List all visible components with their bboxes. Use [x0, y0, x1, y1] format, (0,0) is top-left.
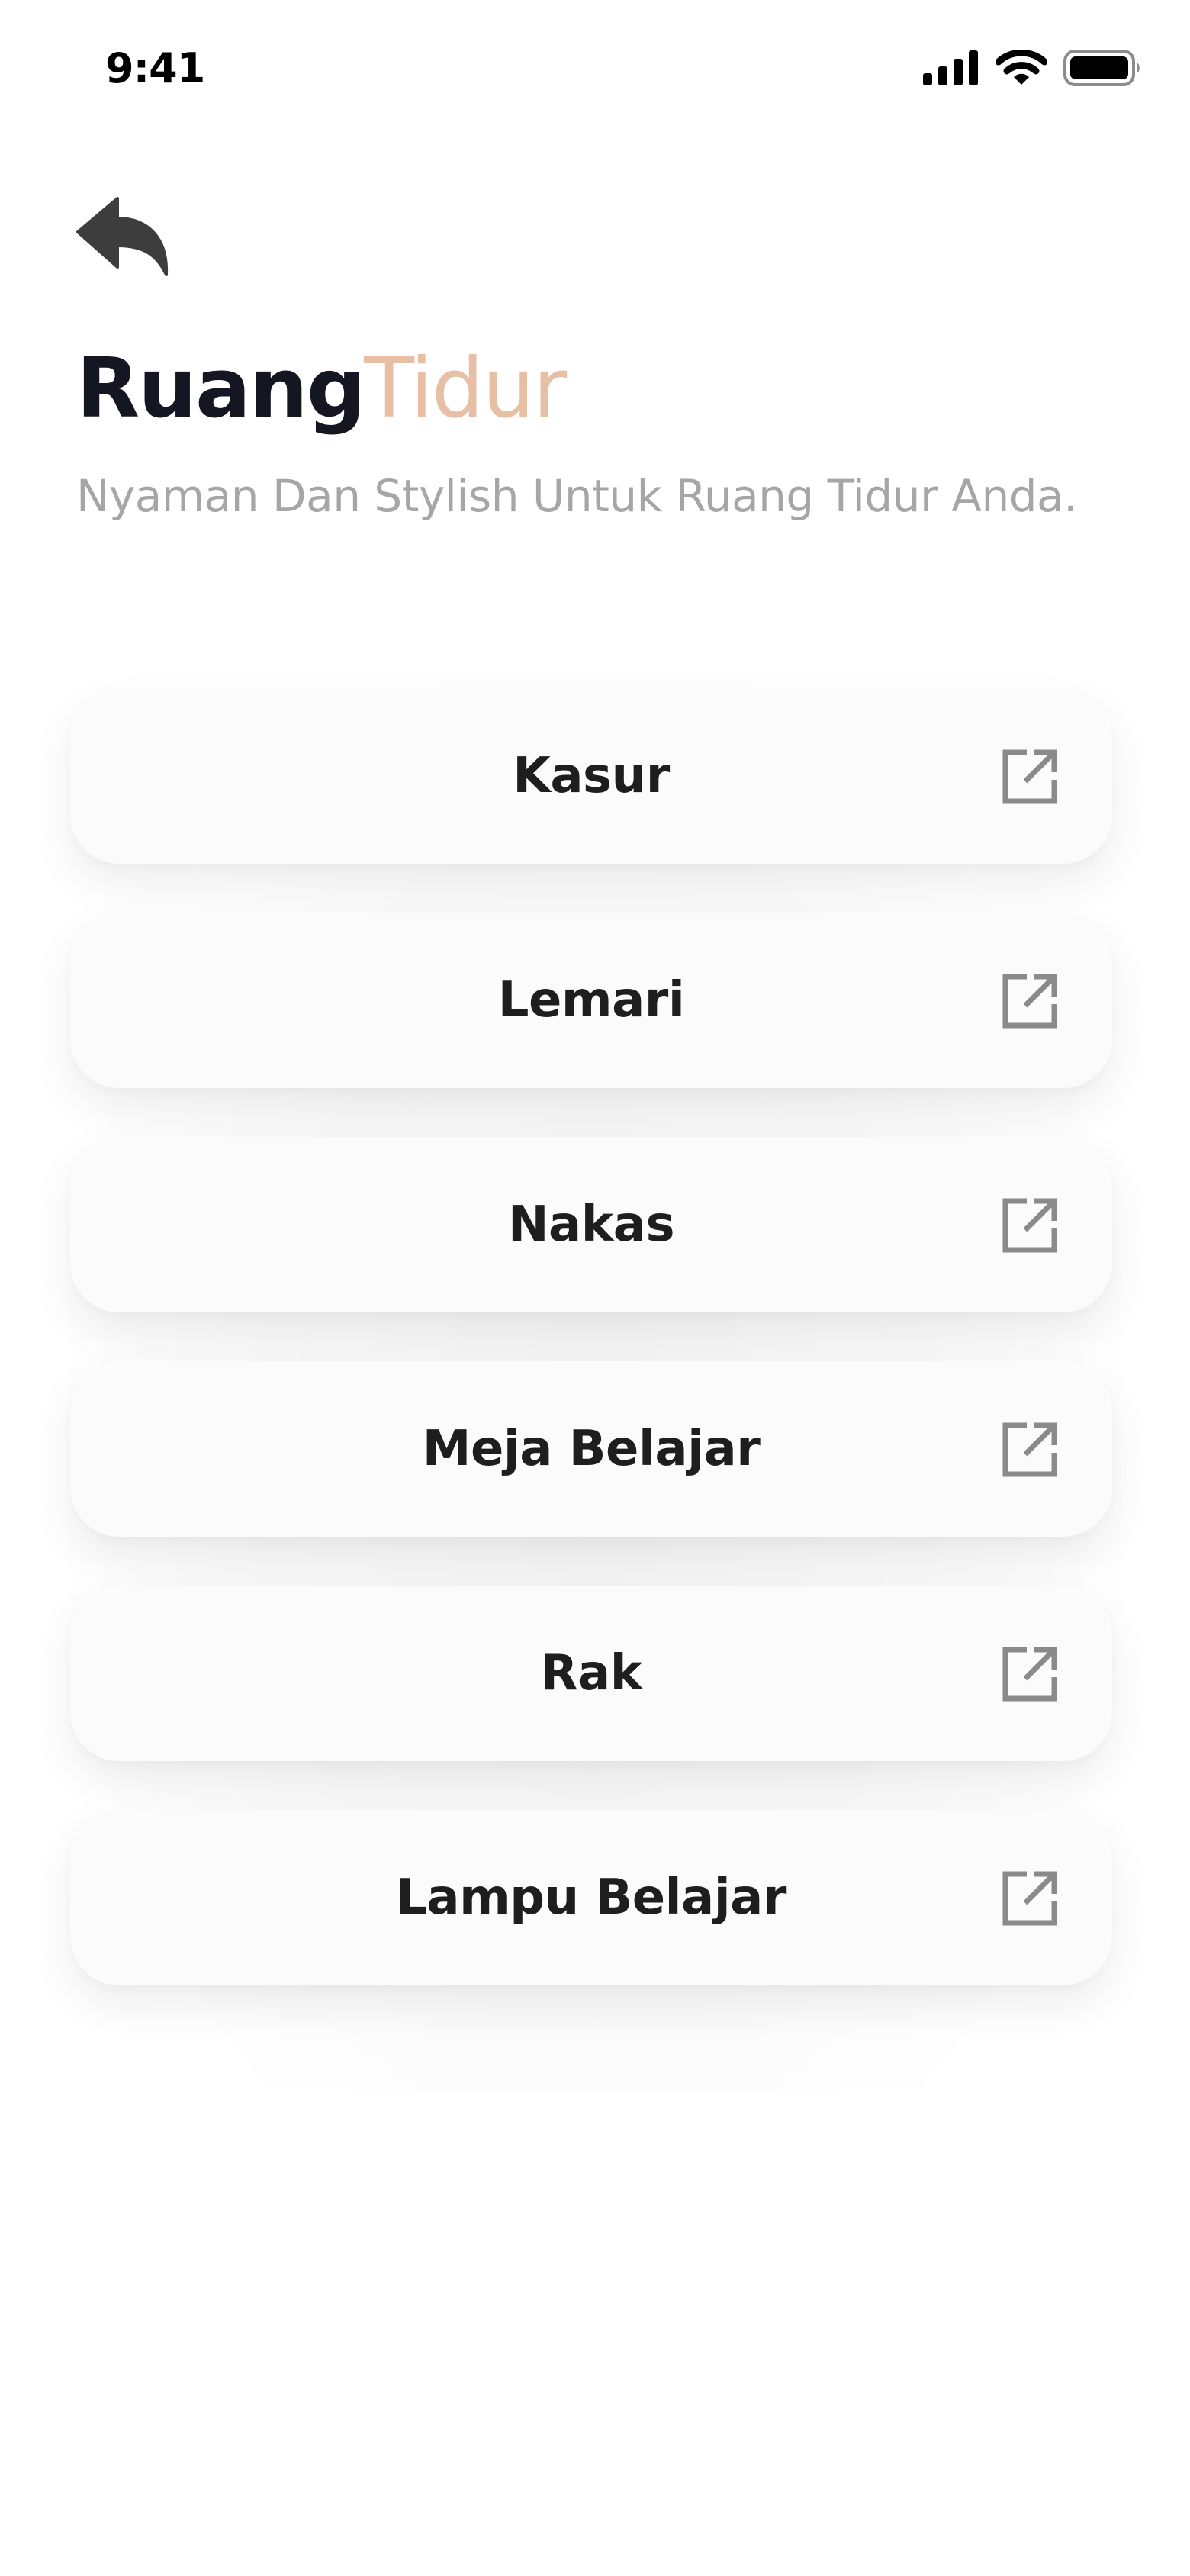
list-item-label: Lampu Belajar	[396, 1869, 786, 1926]
list-item[interactable]: Nakas	[70, 1137, 1112, 1312]
signal-icon	[923, 50, 979, 85]
page-subtitle: Nyaman Dan Stylish Untuk Ruang Tidur And…	[76, 470, 1078, 522]
external-link-icon[interactable]	[1001, 748, 1059, 806]
list-item-label: Lemari	[497, 972, 685, 1029]
list-item[interactable]: Kasur	[70, 688, 1112, 864]
status-time: 9:41	[105, 44, 205, 92]
list-item-label: Meja Belajar	[422, 1421, 761, 1477]
page-title-part1: Ruang	[76, 341, 365, 436]
list-item[interactable]: Meja Belajar	[70, 1361, 1112, 1537]
category-list: Kasur Lemari Nakas Meja Belajar Rak Lamp…	[70, 688, 1112, 2034]
external-link-icon[interactable]	[1001, 1869, 1059, 1927]
list-item[interactable]: Lampu Belajar	[70, 1810, 1112, 1985]
external-link-icon[interactable]	[1001, 1196, 1059, 1254]
back-button[interactable]	[75, 195, 172, 281]
battery-icon	[1063, 49, 1143, 87]
screen: 9:41 RuangTidur Nyaman Dan Stylish Untuk…	[0, 0, 1190, 2576]
list-item-label: Nakas	[507, 1196, 675, 1253]
wifi-icon	[996, 50, 1047, 86]
reply-arrow-icon	[75, 197, 172, 284]
page-title: RuangTidur	[76, 348, 567, 430]
external-link-icon[interactable]	[1001, 1645, 1059, 1703]
external-link-icon[interactable]	[1001, 1421, 1059, 1479]
list-item[interactable]: Lemari	[70, 913, 1112, 1088]
list-item[interactable]: Rak	[70, 1586, 1112, 1761]
list-item-label: Rak	[540, 1645, 642, 1702]
external-link-icon[interactable]	[1001, 972, 1059, 1030]
page-title-part2: Tidur	[364, 341, 567, 436]
list-item-label: Kasur	[513, 748, 670, 804]
status-icons	[923, 49, 1143, 87]
